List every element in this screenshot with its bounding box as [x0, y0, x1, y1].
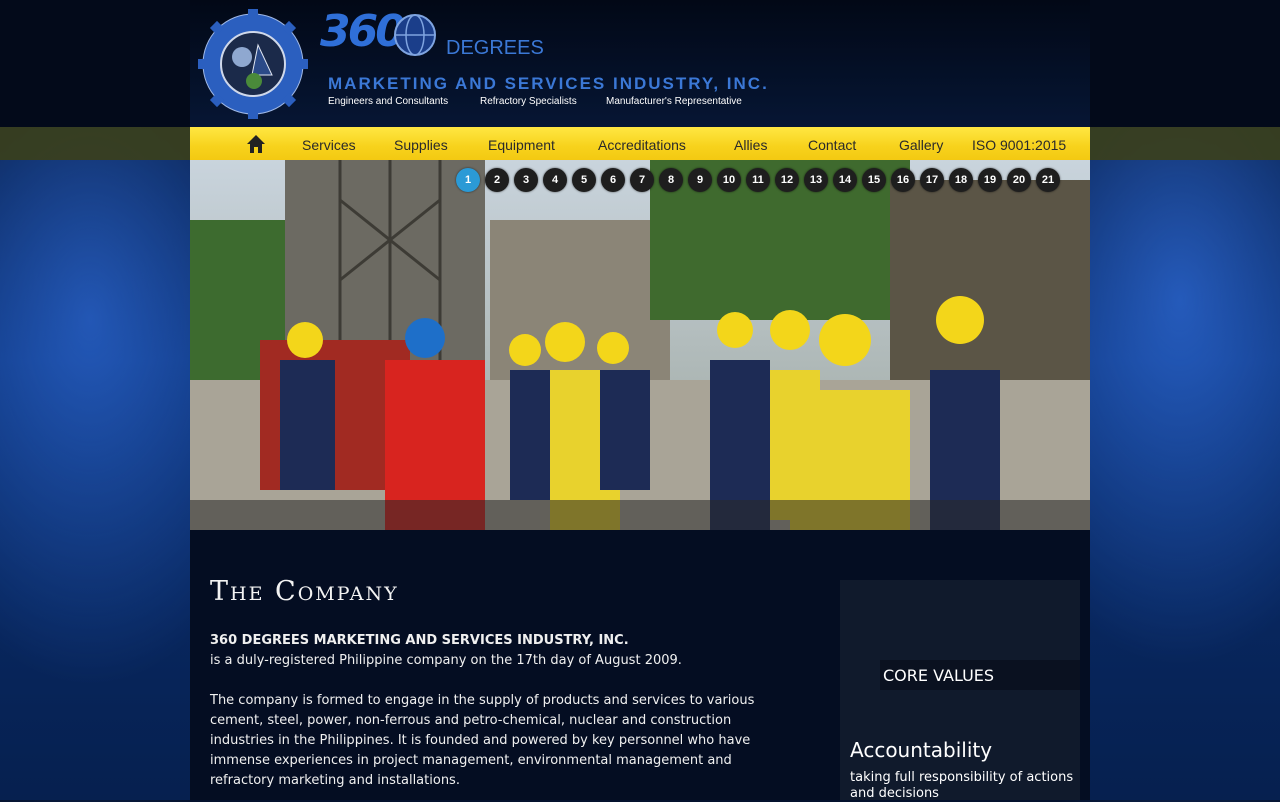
slider-page-14[interactable]: 14: [833, 168, 857, 192]
slide-photo-workers: [190, 160, 1090, 530]
image-slider[interactable]: 1 2 3 4 5 6 7 8 9 10 11 12 13 14 15 16 17 18 19 20 21: [190, 160, 1090, 530]
slider-page-19[interactable]: 19: [978, 168, 1002, 192]
logo-360: 360: [320, 6, 406, 57]
page-title: The Company: [210, 576, 399, 607]
company-description: The company is formed to engage in the s…: [210, 693, 755, 788]
slider-page-6[interactable]: 6: [601, 168, 625, 192]
slider-pager: 1 2 3 4 5 6 7 8 9 10 11 12 13 14 15 16 17 18 19 20 21: [456, 168, 1060, 192]
slider-page-15[interactable]: 15: [862, 168, 886, 192]
slider-page-7[interactable]: 7: [630, 168, 654, 192]
nav-services[interactable]: Services: [302, 127, 356, 160]
slider-page-8[interactable]: 8: [659, 168, 683, 192]
slider-page-2[interactable]: 2: [485, 168, 509, 192]
nav-allies[interactable]: Allies: [734, 127, 767, 160]
slider-page-4[interactable]: 4: [543, 168, 567, 192]
slider-page-11[interactable]: 11: [746, 168, 770, 192]
core-value-text: taking full responsibility of actions an…: [850, 770, 1074, 801]
core-values-panel: CORE VALUES Accountability taking full r…: [840, 580, 1080, 801]
logo-degrees-word: DEGREES: [446, 37, 544, 59]
nav-iso[interactable]: ISO 9001:2015: [972, 127, 1066, 160]
slider-page-10[interactable]: 10: [717, 168, 741, 192]
home-icon[interactable]: [246, 134, 266, 154]
slider-page-3[interactable]: 3: [514, 168, 538, 192]
site-header: 360 DEGREES MARKETING AND SERVICES INDUS…: [190, 0, 1090, 127]
slider-page-16[interactable]: 16: [891, 168, 915, 192]
slider-page-17[interactable]: 17: [920, 168, 944, 192]
slide-caption-bar: [190, 500, 1090, 530]
company-name: MARKETING AND SERVICES INDUSTRY, INC.: [328, 74, 769, 93]
core-values-heading: CORE VALUES: [880, 660, 1080, 690]
nav-band-right: [1090, 127, 1280, 160]
nav-band-left: [0, 127, 190, 160]
page-container: 360 DEGREES MARKETING AND SERVICES INDUS…: [190, 0, 1090, 801]
nav-accreditations[interactable]: Accreditations: [598, 127, 686, 160]
nav-contact[interactable]: Contact: [808, 127, 856, 160]
registration-text: is a duly-registered Philippine company …: [210, 653, 682, 668]
nav-supplies[interactable]: Supplies: [394, 127, 448, 160]
slider-page-21[interactable]: 21: [1036, 168, 1060, 192]
tagline-refractory: Refractory Specialists: [480, 96, 577, 107]
slider-page-13[interactable]: 13: [804, 168, 828, 192]
core-value-title: Accountability: [850, 738, 993, 762]
nav-gallery[interactable]: Gallery: [899, 127, 943, 160]
main-nav: Services Supplies Equipment Accreditatio…: [190, 127, 1090, 160]
slider-page-20[interactable]: 20: [1007, 168, 1031, 192]
globe-icon: [394, 14, 436, 56]
slider-page-1[interactable]: 1: [456, 168, 480, 192]
tagline-manufacturer: Manufacturer's Representative: [606, 96, 742, 107]
nav-equipment[interactable]: Equipment: [488, 127, 555, 160]
company-line: 360 DEGREES MARKETING AND SERVICES INDUS…: [210, 633, 629, 648]
slider-page-12[interactable]: 12: [775, 168, 799, 192]
slider-page-9[interactable]: 9: [688, 168, 712, 192]
tagline-engineers: Engineers and Consultants: [328, 96, 449, 107]
slider-page-18[interactable]: 18: [949, 168, 973, 192]
slider-page-5[interactable]: 5: [572, 168, 596, 192]
company-seal-logo[interactable]: [198, 9, 308, 119]
